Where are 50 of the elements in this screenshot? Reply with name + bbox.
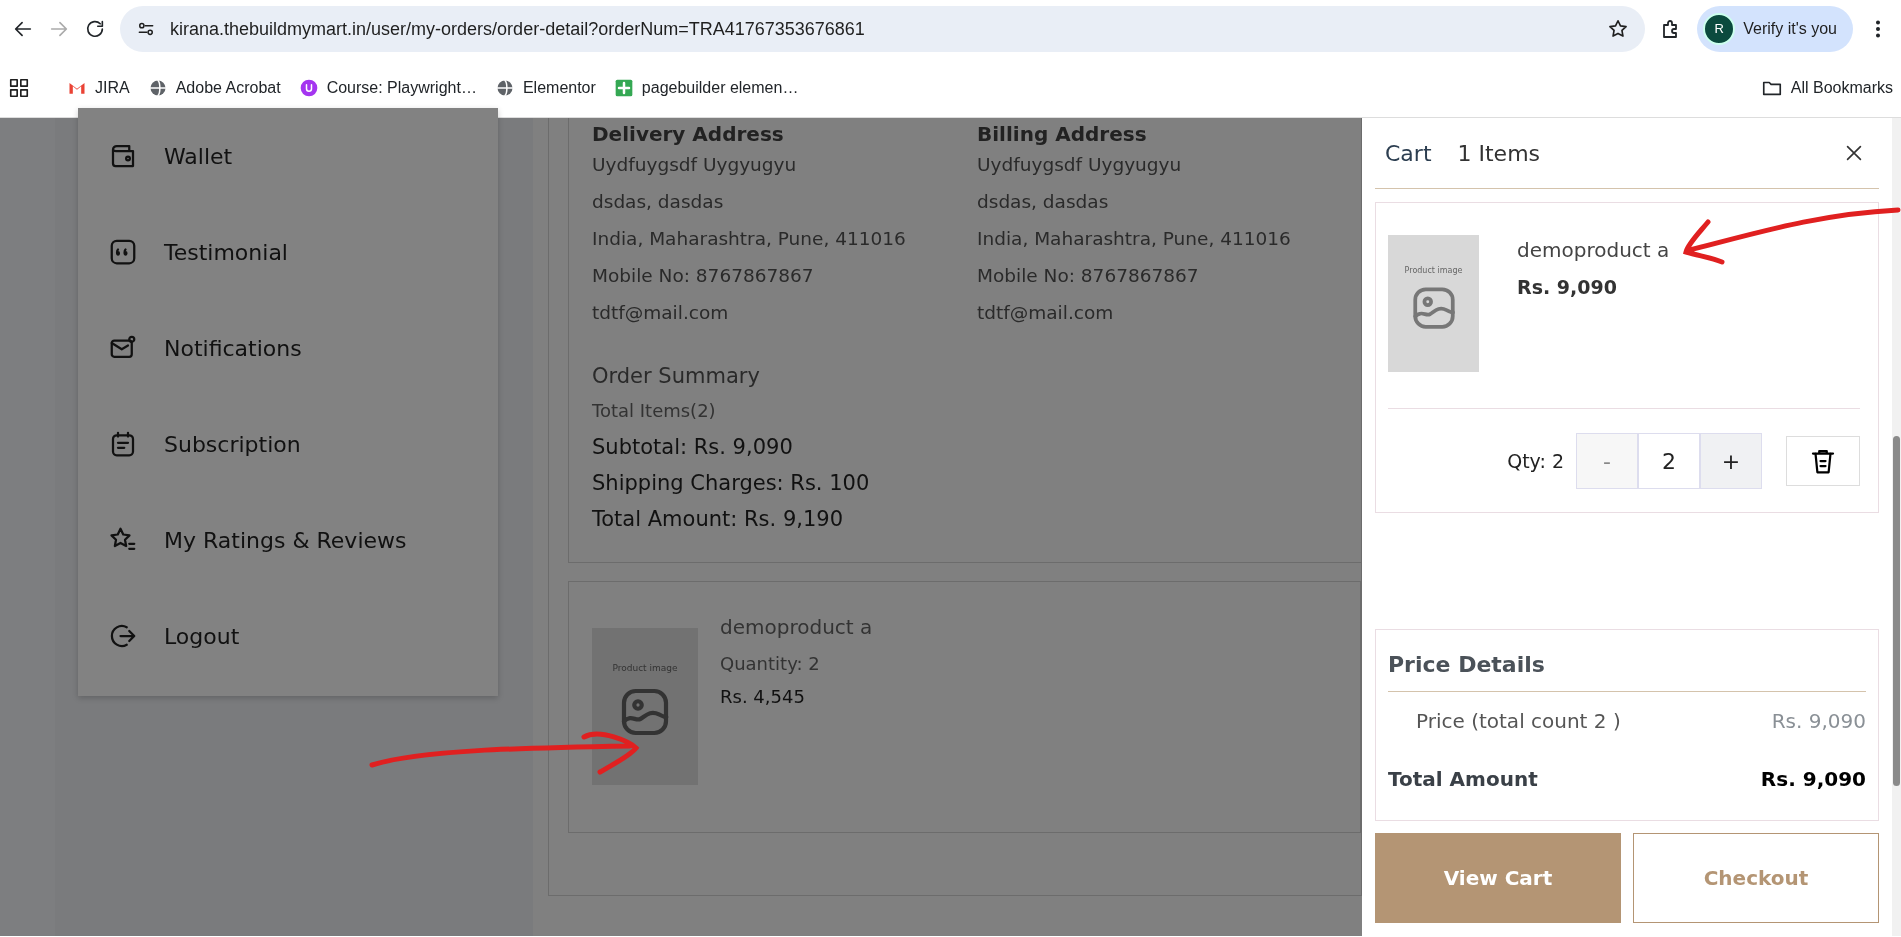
price-value: Rs. 9,090 [1771, 708, 1866, 735]
item-count: Total Items(2) [592, 398, 717, 423]
image-label: Product image [1403, 265, 1464, 277]
product-name: demoproduct a [1517, 237, 1670, 264]
address-line: Uydfuygsdf Uygyugyu [977, 153, 1183, 177]
address-line: dsdas, dasdas [592, 190, 725, 214]
bookmark[interactable]: pagebuilder elemen… [613, 75, 799, 100]
quantity-text: Quantity: 2 [720, 651, 821, 676]
address-line: India, Maharashtra, Pune, 411016 [977, 227, 1292, 251]
quantity-label: Qty: 2 [1507, 448, 1564, 474]
avatar: R [1703, 13, 1736, 45]
section-heading: Billing Address [977, 122, 1148, 146]
address-line: Mobile No: 8767867867 [977, 264, 1200, 288]
summary-line: Subtotal: Rs. 9,090 [592, 433, 794, 461]
product-price: Rs. 4,545 [720, 684, 806, 709]
address-line: Mobile No: 8767867867 [592, 264, 815, 288]
sidebar-item[interactable]: Testimonial [108, 204, 468, 300]
image-label: Product image [611, 662, 679, 675]
section-heading: Price Details [1388, 648, 1866, 692]
sidebar-item[interactable]: Wallet [108, 108, 468, 204]
sidebar-item[interactable]: Logout [108, 588, 468, 684]
bookmark[interactable]: Elementor [494, 75, 596, 100]
bookmark[interactable]: Course: Playwright… [298, 75, 477, 100]
address-line: Uydfuygsdf Uygyugyu [592, 153, 798, 177]
item-count: 1 Items [1457, 139, 1542, 168]
product-name: demoproduct a [720, 613, 873, 641]
sidebar-item[interactable]: My Ratings & Reviews [108, 492, 468, 588]
section-heading: Order Summary [592, 363, 761, 390]
url-text: kirana.thebuildmymart.in/user/my-orders/order-detail?orderNum=TRA41767353676861 [170, 17, 866, 41]
address-line: tdtf@mail.com [977, 301, 1115, 325]
product-price: Rs. 9,090 [1517, 275, 1618, 300]
address-line: dsdas, dasdas [977, 190, 1110, 214]
price-label: Total Amount [1388, 766, 1538, 793]
quantity-field[interactable]: 2 [1638, 433, 1700, 489]
price-label: Price (total count 2 ) [1415, 708, 1621, 735]
sidebar-item[interactable]: Subscription [108, 396, 468, 492]
summary-line: Total Amount: Rs. 9,190 [592, 505, 844, 533]
bookmark[interactable]: Adobe Acrobat [147, 75, 281, 100]
summary-line: Shipping Charges: Rs. 100 [592, 469, 871, 497]
profile-button[interactable]: R Verify it's you [1697, 6, 1853, 52]
section-heading: Delivery Address [592, 122, 785, 146]
address-line: tdtf@mail.com [592, 301, 730, 325]
address-line: India, Maharashtra, Pune, 411016 [592, 227, 907, 251]
bookmark[interactable]: JIRA [67, 75, 130, 100]
drawer-title: Cart [1385, 139, 1432, 168]
sidebar-item[interactable]: Notifications [108, 300, 468, 396]
increase-button[interactable]: + [1700, 433, 1762, 489]
bookmarks-folder[interactable]: All Bookmarks [1760, 75, 1893, 100]
price-value: Rs. 9,090 [1760, 766, 1866, 793]
address-bar[interactable]: kirana.thebuildmymart.in/user/my-orders/order-detail?orderNum=TRA41767353676861 [120, 6, 1646, 52]
